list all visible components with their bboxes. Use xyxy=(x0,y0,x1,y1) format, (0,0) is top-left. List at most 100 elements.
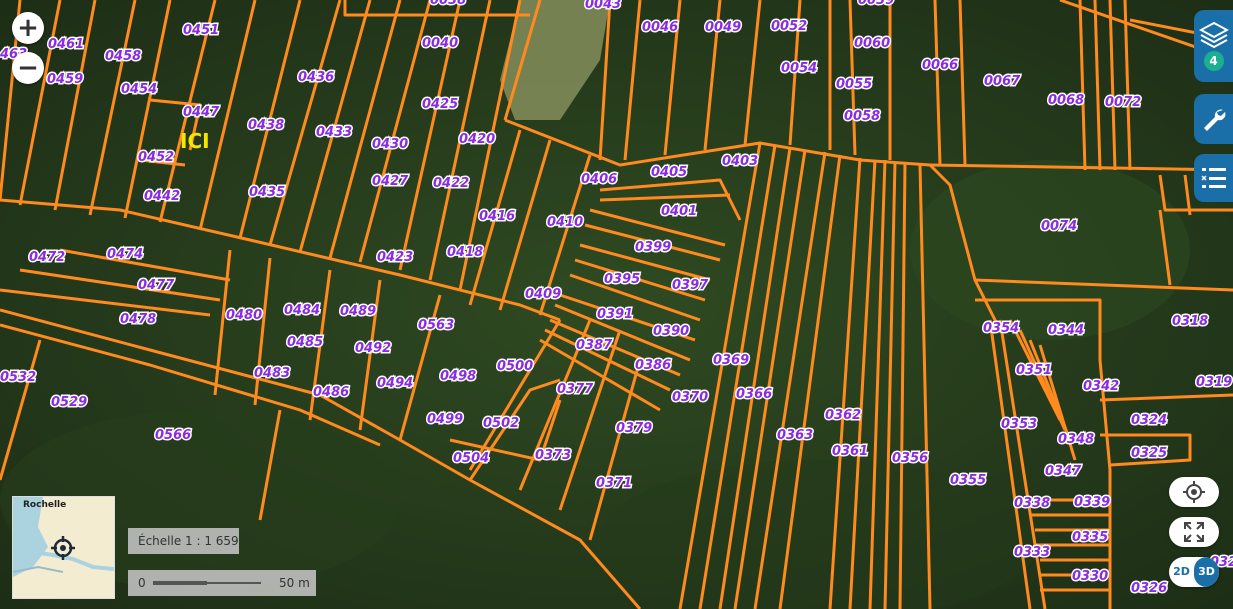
parcel-label-0363: 0363 xyxy=(777,428,813,443)
parcel-label-0492: 0492 xyxy=(355,341,391,356)
parcel-label-0472: 0472 xyxy=(29,250,65,265)
parcel-label-0060: 0060 xyxy=(854,36,890,51)
overview-minimap[interactable]: Rochelle xyxy=(12,496,115,599)
parcel-label-0348: 0348 xyxy=(1058,432,1094,447)
minus-icon: − xyxy=(17,53,39,83)
parcel-label-0330: 0330 xyxy=(1072,569,1108,584)
toggle-2d[interactable]: 2D xyxy=(1169,557,1194,587)
parcel-label-0371: 0371 xyxy=(596,476,632,491)
list-icon xyxy=(1200,168,1226,188)
scale-end: 50 m xyxy=(279,576,310,590)
parcel-label-0397: 0397 xyxy=(672,278,709,293)
parcel-label-0339: 0339 xyxy=(1074,495,1110,510)
parcel-label-0052: 0052 xyxy=(771,19,807,34)
parcel-label-0459: 0459 xyxy=(47,72,83,87)
parcel-label-0318: 0318 xyxy=(1172,314,1208,329)
crosshair-icon xyxy=(1183,481,1205,503)
parcel-label-0532: 0532 xyxy=(0,370,36,385)
parcel-label-0401: 0401 xyxy=(661,204,697,219)
layers-count-badge: 4 xyxy=(1203,51,1224,71)
parcel-label-0563: 0563 xyxy=(418,318,454,333)
parcel-label-0420: 0420 xyxy=(459,132,495,147)
parcel-label-0377: 0377 xyxy=(557,382,594,397)
parcel-label-0438: 0438 xyxy=(248,118,284,133)
parcel-label-0058: 0058 xyxy=(844,109,880,124)
scale-start: 0 xyxy=(138,576,146,590)
parcel-label-0068: 0068 xyxy=(1048,93,1084,108)
parcel-label-0342: 0342 xyxy=(1083,379,1119,394)
parcel-label-0410: 0410 xyxy=(547,215,583,230)
parcel-label-0451: 0451 xyxy=(183,23,219,38)
parcel-label-0054: 0054 xyxy=(781,61,817,76)
parcel-label-0344: 0344 xyxy=(1048,323,1084,338)
parcel-label-0435: 0435 xyxy=(249,185,285,200)
parcel-label-0480: 0480 xyxy=(226,308,262,323)
parcel-label-0498: 0498 xyxy=(440,369,476,384)
zoom-in-button[interactable]: + xyxy=(12,12,44,44)
parcel-label-0055: 0055 xyxy=(836,77,872,92)
parcel-label-0409: 0409 xyxy=(525,287,561,302)
parcel-label-0454: 0454 xyxy=(121,82,157,97)
parcel-label-0355: 0355 xyxy=(950,473,986,488)
parcel-label-0391: 0391 xyxy=(597,307,633,322)
parcel-label-0038: 0038 xyxy=(430,0,466,8)
scale-bar: 0 50 m xyxy=(128,570,316,596)
parcel-label-0494: 0494 xyxy=(377,376,413,391)
scale-ratio-text: Échelle 1 : 1 659 xyxy=(138,534,239,548)
parcel-label-0354: 0354 xyxy=(983,321,1019,336)
legend-button[interactable] xyxy=(1194,154,1233,202)
parcel-label-0500: 0500 xyxy=(497,359,533,374)
parcel-label-0074: 0074 xyxy=(1041,219,1077,234)
parcel-label-0326: 0326 xyxy=(1131,581,1167,596)
scale-ratio: Échelle 1 : 1 659 xyxy=(128,528,239,554)
layers-button[interactable]: 4 xyxy=(1194,10,1233,82)
parcel-label-0452: 0452 xyxy=(138,150,174,165)
parcel-label-0483: 0483 xyxy=(254,366,290,381)
layers-icon xyxy=(1198,21,1229,49)
locate-button[interactable] xyxy=(1169,477,1219,507)
parcel-label-0474: 0474 xyxy=(107,247,143,262)
parcel-label-0049: 0049 xyxy=(705,20,741,35)
parcel-label-0043: 0043 xyxy=(585,0,621,12)
parcel-label-0067: 0067 xyxy=(984,74,1021,89)
view-mode-toggle[interactable]: 2D 3D xyxy=(1169,557,1219,587)
parcel-label-0423: 0423 xyxy=(377,250,413,265)
parcel-label-0442: 0442 xyxy=(144,189,180,204)
fullscreen-button[interactable] xyxy=(1169,517,1219,547)
parcel-label-0362: 0362 xyxy=(825,408,861,423)
parcel-label-0416: 0416 xyxy=(479,209,515,224)
parcel-label-0369: 0369 xyxy=(713,353,749,368)
wrench-icon xyxy=(1203,109,1225,131)
parcel-label-0040: 0040 xyxy=(422,36,458,51)
parcel-label-0390: 0390 xyxy=(653,324,689,339)
parcel-label-0395: 0395 xyxy=(604,272,640,287)
parcel-label-0406: 0406 xyxy=(581,172,617,187)
parcel-label-0458: 0458 xyxy=(105,49,141,64)
parcel-label-0370: 0370 xyxy=(672,390,708,405)
parcel-label-0529: 0529 xyxy=(51,395,87,410)
parcel-label-0361: 0361 xyxy=(832,444,868,459)
tools-button[interactable] xyxy=(1194,94,1233,144)
cadastral-map[interactable]: 0038 0043 003904610458045100400046 0049 0052… xyxy=(0,0,1233,609)
parcel-label-0072: 0072 xyxy=(1105,95,1141,110)
parcel-label-0499: 0499 xyxy=(427,412,463,427)
parcel-label-0335: 0335 xyxy=(1072,530,1108,545)
parcel-label-0387: 0387 xyxy=(576,338,613,353)
parcel-label-0502: 0502 xyxy=(483,416,519,431)
marker-label: ICI xyxy=(180,129,210,153)
parcel-label-0333: 0333 xyxy=(1014,545,1050,560)
parcel-label-0430: 0430 xyxy=(372,137,408,152)
parcel-label-0403: 0403 xyxy=(722,154,758,169)
zoom-out-button[interactable]: − xyxy=(12,52,44,84)
parcel-label-0405: 0405 xyxy=(651,165,687,180)
parcel-label-0046: 0046 xyxy=(642,20,678,35)
parcel-label-0447: 0447 xyxy=(183,105,220,120)
parcel-label-0461: 0461 xyxy=(48,37,84,52)
parcel-label-0486: 0486 xyxy=(313,385,349,400)
parcel-label-0399: 0399 xyxy=(635,240,671,255)
minimap-graphic xyxy=(13,497,114,598)
parcel-label-0422: 0422 xyxy=(433,176,469,191)
parcel-label-0485: 0485 xyxy=(287,335,323,350)
parcel-label-0066: 0066 xyxy=(922,58,958,73)
parcel-label-0484: 0484 xyxy=(284,303,320,318)
